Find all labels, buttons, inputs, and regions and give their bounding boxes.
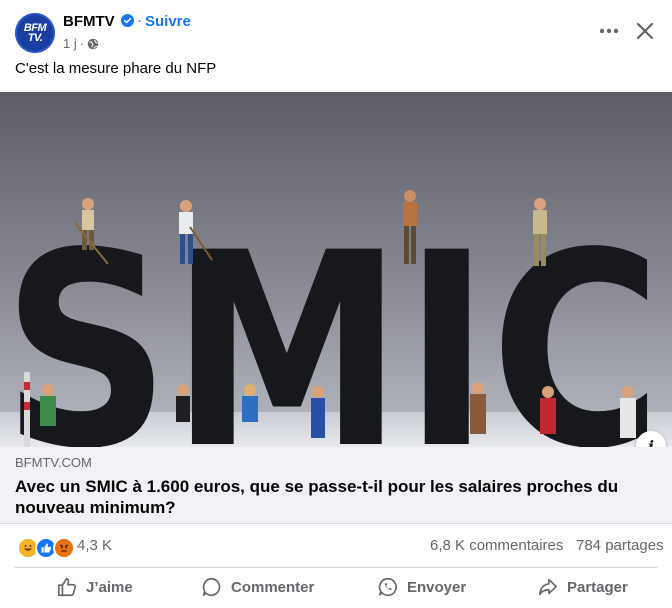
post-caption: C'est la mesure phare du NFP <box>15 60 217 77</box>
post-stats: 4,3 K 6,8 K commentaires 784 partages <box>0 524 672 568</box>
comments-count[interactable]: 6,8 K commentaires <box>430 537 563 554</box>
more-options-icon[interactable] <box>596 20 622 40</box>
share-arrow-icon <box>538 578 558 596</box>
reaction-icons[interactable] <box>17 537 75 559</box>
comment-bubble-icon <box>202 577 221 597</box>
angry-icon <box>53 537 75 559</box>
shares-count[interactable]: 784 partages <box>576 537 664 554</box>
like-button[interactable]: J’aime <box>56 568 133 606</box>
smic-letters: SMIC <box>2 196 662 447</box>
avatar-logo: BFM TV. <box>24 23 47 44</box>
post-image[interactable]: SMIC <box>0 92 672 447</box>
comment-label: Commenter <box>231 578 315 596</box>
post-actions: J’aime Commenter Envoyer Partager <box>0 568 672 608</box>
post-time[interactable]: 1 j <box>63 36 77 51</box>
verified-badge-icon <box>121 14 134 27</box>
post-meta: 1 j · <box>63 36 99 51</box>
share-label: Partager <box>567 578 628 596</box>
smic-photo-illustration: SMIC <box>0 92 672 447</box>
share-button[interactable]: Partager <box>537 568 628 606</box>
globe-icon <box>87 38 99 49</box>
header-separator: · <box>137 12 142 29</box>
link-title[interactable]: Avec un SMIC à 1.600 euros, que se passe… <box>15 476 645 518</box>
post-header: BFM TV. BFMTV · Suivre 1 j · C'est la me… <box>0 0 672 92</box>
whatsapp-icon <box>378 577 397 597</box>
send-button[interactable]: Envoyer <box>377 568 466 606</box>
close-icon[interactable] <box>634 20 656 42</box>
send-label: Envoyer <box>407 578 467 596</box>
avatar[interactable]: BFM TV. <box>15 13 55 53</box>
page-name[interactable]: BFMTV <box>63 13 115 30</box>
link-domain: BFMTV.COM <box>15 455 92 470</box>
meta-separator: · <box>79 36 85 51</box>
thumbs-up-icon <box>57 577 77 597</box>
comment-button[interactable]: Commenter <box>201 568 314 606</box>
follow-button[interactable]: Suivre <box>145 13 191 30</box>
reaction-count[interactable]: 4,3 K <box>77 537 112 554</box>
like-label: J’aime <box>86 578 133 596</box>
avatar-text-bottom: TV. <box>27 32 43 44</box>
link-preview[interactable]: BFMTV.COM Avec un SMIC à 1.600 euros, qu… <box>0 447 672 524</box>
